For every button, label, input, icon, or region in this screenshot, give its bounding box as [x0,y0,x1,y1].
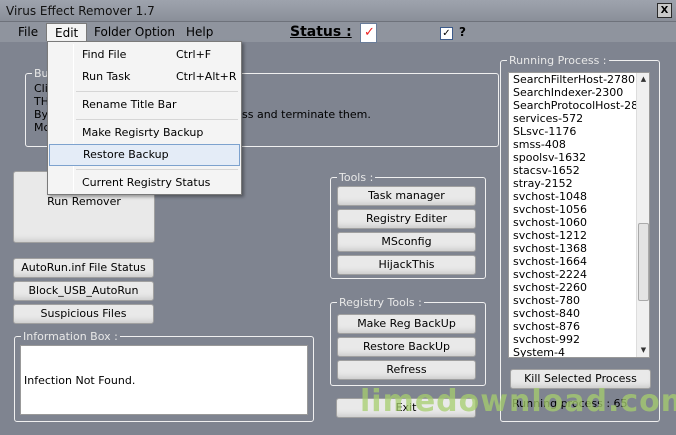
block-usb-autorun-button[interactable]: Block_USB_AutoRun [13,281,154,301]
list-item[interactable]: System-4 [509,346,649,357]
hijackthis-button[interactable]: HijackThis [337,255,476,275]
list-item[interactable]: SLsvc-1176 [509,125,649,138]
list-item[interactable]: svchost-1060 [509,216,649,229]
about-line-1: Cli [34,82,48,95]
list-item[interactable]: stray-2152 [509,177,649,190]
information-box: Infection Not Found. [20,345,308,415]
menu-separator [76,119,238,120]
scroll-up-icon[interactable]: ▲ [638,74,649,85]
checkmark-icon: ✓ [364,25,375,40]
running-process-label: Running Process : [507,54,609,67]
menu-item-run-task[interactable]: Run Task Ctrl+Alt+R [48,66,241,88]
status-checkbox[interactable]: ✓ [440,27,453,40]
list-item[interactable]: smss-408 [509,138,649,151]
list-item[interactable]: svchost-1212 [509,229,649,242]
about-line-3: By [34,108,49,121]
title-bar: Virus Effect Remover 1.7 X [0,0,676,22]
menu-item-label: Rename Title Bar [82,98,177,111]
menu-edit[interactable]: Edit [46,23,88,41]
menu-help[interactable]: Help [178,23,221,41]
menu-item-restore-backup[interactable]: Restore Backup [49,144,240,166]
menu-file[interactable]: File [10,23,46,41]
menu-item-current-registry-status[interactable]: Current Registry Status [48,172,241,194]
list-item[interactable]: SearchIndexer-2300 [509,86,649,99]
status-document-icon[interactable]: ✓ [360,23,377,43]
menu-item-label: Run Task [82,70,131,83]
menu-item-label: Make Regisrty Backup [82,126,204,139]
watermark: limedownload.com [360,384,676,419]
registry-editor-button[interactable]: Registry Editer [337,209,476,229]
list-item[interactable]: svchost-1664 [509,255,649,268]
list-item[interactable]: spoolsv-1632 [509,151,649,164]
list-item[interactable]: SearchProtocolHost-288 [509,99,649,112]
menu-item-make-registry-backup[interactable]: Make Regisrty Backup [48,122,241,144]
process-list[interactable]: SearchFilterHost-2780 SearchIndexer-2300… [508,72,650,358]
list-item[interactable]: svchost-876 [509,320,649,333]
menu-folder-option[interactable]: Folder Option [86,23,183,41]
menu-item-label: Find File [82,48,127,61]
information-box-label: Information Box : [21,330,120,343]
list-item[interactable]: svchost-2224 [509,268,649,281]
information-text: Infection Not Found. [24,374,136,387]
close-icon: X [660,5,669,16]
about-line-tail: ss and terminate them. [242,108,371,121]
menu-separator [76,91,238,92]
menu-item-label: Current Registry Status [82,176,211,189]
help-mark: ? [459,25,466,39]
autorun-status-button[interactable]: AutoRun.inf File Status [13,258,154,278]
scroll-down-icon[interactable]: ▼ [638,345,649,356]
process-list-scrollbar[interactable]: ▲ ▼ [636,73,649,357]
list-item[interactable]: svchost-840 [509,307,649,320]
registry-tools-label: Registry Tools : [337,296,424,309]
list-item[interactable]: svchost-1048 [509,190,649,203]
list-item[interactable]: SearchFilterHost-2780 [509,73,649,86]
menu-item-shortcut: Ctrl+F [176,48,212,61]
window-title: Virus Effect Remover 1.7 [6,4,155,18]
menu-item-shortcut: Ctrl+Alt+R [176,70,237,83]
msconfig-button[interactable]: MSconfig [337,232,476,252]
scrollbar-thumb[interactable] [638,223,649,301]
menu-item-find-file[interactable]: Find File Ctrl+F [48,44,241,66]
menu-item-label: Restore Backup [83,148,169,161]
edit-dropdown-menu: Find File Ctrl+F Run Task Ctrl+Alt+R Ren… [47,41,242,195]
list-item[interactable]: svchost-1368 [509,242,649,255]
tools-label: Tools : [337,171,376,184]
menu-item-rename-title-bar[interactable]: Rename Title Bar [48,94,241,116]
close-button[interactable]: X [657,3,672,18]
list-item[interactable]: services-572 [509,112,649,125]
menu-separator [76,169,238,170]
list-item[interactable]: svchost-992 [509,333,649,346]
list-item[interactable]: svchost-2260 [509,281,649,294]
task-manager-button[interactable]: Task manager [337,186,476,206]
list-item[interactable]: svchost-1056 [509,203,649,216]
status-label: Status : [290,24,352,40]
list-item[interactable]: stacsv-1652 [509,164,649,177]
restore-backup-button[interactable]: Restore BackUp [337,337,476,357]
make-reg-backup-button[interactable]: Make Reg BackUp [337,314,476,334]
refresh-button[interactable]: Refress [337,360,476,380]
list-item[interactable]: svchost-780 [509,294,649,307]
suspicious-files-button[interactable]: Suspicious Files [13,304,154,324]
process-items: SearchFilterHost-2780 SearchIndexer-2300… [509,73,649,357]
